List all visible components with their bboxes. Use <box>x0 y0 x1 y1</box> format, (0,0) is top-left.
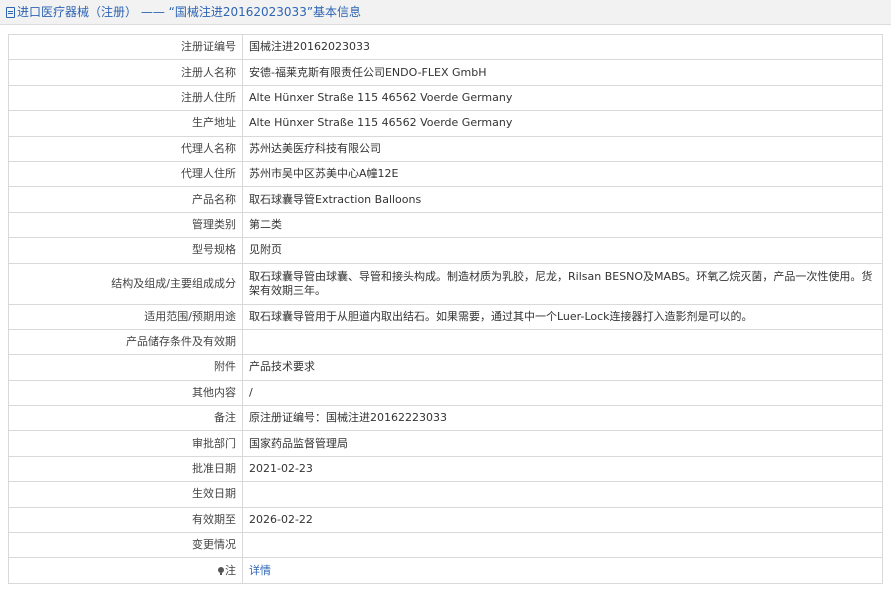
table-row: 适用范围/预期用途 取石球囊导管用于从胆道内取出结石。如果需要，通过其中一个Lue… <box>8 303 883 330</box>
row-label: 生效日期 <box>8 481 243 508</box>
row-label: 结构及组成/主要组成成分 <box>8 262 243 305</box>
row-value: 2021-02-23 <box>242 455 883 483</box>
row-value: / <box>242 379 883 407</box>
row-value <box>242 481 883 508</box>
table-row: 注册人住所 Alte Hünxer Straße 115 46562 Voerde… <box>8 84 883 112</box>
table-row: 代理人名称 苏州达美医疗科技有限公司 <box>8 135 883 162</box>
table-row: 型号规格 见附页 <box>8 237 883 264</box>
table-row: 注册证编号 国械注进20162023033 <box>8 33 883 61</box>
table-row: 附件 产品技术要求 <box>8 354 883 381</box>
row-value: 产品技术要求 <box>242 354 883 381</box>
row-value: 国家药品监督管理局 <box>242 430 883 457</box>
row-label: 变更情况 <box>8 532 243 559</box>
row-value: 第二类 <box>242 211 883 239</box>
row-label: 产品储存条件及有效期 <box>8 328 243 356</box>
table-row: 有效期至 2026-02-22 <box>8 506 883 534</box>
row-value: 取石球囊导管用于从胆道内取出结石。如果需要，通过其中一个Luer-Lock连接器… <box>242 303 883 330</box>
row-label: 有效期至 <box>8 506 243 534</box>
table-row: 生产地址 Alte Hünxer Straße 115 46562 Voerde … <box>8 110 883 137</box>
row-value: 国械注进20162023033 <box>242 33 883 61</box>
table-row: 批准日期 2021-02-23 <box>8 455 883 483</box>
row-value: 苏州市吴中区苏美中心A幢12E <box>242 160 883 188</box>
row-label: 审批部门 <box>8 430 243 457</box>
table-row: 其他内容 / <box>8 379 883 407</box>
table-row: 备注 原注册证编号：国械注进20162223033 <box>8 405 883 432</box>
table-row: 结构及组成/主要组成成分 取石球囊导管由球囊、导管和接头构成。制造材质为乳胶，尼龙… <box>8 262 883 305</box>
row-value: Alte Hünxer Straße 115 46562 Voerde Germ… <box>242 110 883 137</box>
row-label: 型号规格 <box>8 237 243 264</box>
table-row: 注 详情 <box>8 557 883 584</box>
note-label: 注 <box>225 563 236 577</box>
note-value-cell: 详情 <box>242 557 883 584</box>
table-row: 审批部门 国家药品监督管理局 <box>8 430 883 457</box>
row-label: 注册人住所 <box>8 84 243 112</box>
row-label: 备注 <box>8 405 243 432</box>
row-value <box>242 328 883 356</box>
table-row: 注册人名称 安德-福莱克斯有限责任公司ENDO-FLEX GmbH <box>8 59 883 86</box>
row-label: 附件 <box>8 354 243 381</box>
table-row: 管理类别 第二类 <box>8 211 883 239</box>
row-value: Alte Hünxer Straße 115 46562 Voerde Germ… <box>242 84 883 112</box>
row-label: 管理类别 <box>8 211 243 239</box>
detail-link[interactable]: 详情 <box>249 564 271 577</box>
document-icon <box>6 7 15 18</box>
table-row: 生效日期 <box>8 481 883 508</box>
row-label: 生产地址 <box>8 110 243 137</box>
row-value: 苏州达美医疗科技有限公司 <box>242 135 883 162</box>
row-value: 原注册证编号：国械注进20162223033 <box>242 405 883 432</box>
lightbulb-icon <box>218 566 224 575</box>
row-label: 适用范围/预期用途 <box>8 303 243 330</box>
table-row: 变更情况 <box>8 532 883 559</box>
row-label: 代理人住所 <box>8 160 243 188</box>
row-label: 代理人名称 <box>8 135 243 162</box>
row-label: 产品名称 <box>8 186 243 213</box>
row-value: 2026-02-22 <box>242 506 883 534</box>
row-value: 见附页 <box>242 237 883 264</box>
row-value: 取石球囊导管由球囊、导管和接头构成。制造材质为乳胶，尼龙，Rilsan BESN… <box>242 262 883 305</box>
table-row: 代理人住所 苏州市吴中区苏美中心A幢12E <box>8 160 883 188</box>
row-value: 取石球囊导管Extraction Balloons <box>242 186 883 213</box>
row-value: 安德-福莱克斯有限责任公司ENDO-FLEX GmbH <box>242 59 883 86</box>
page-title: 进口医疗器械（注册） —— “国械注进20162023033”基本信息 <box>17 5 362 19</box>
table-row: 产品储存条件及有效期 <box>8 328 883 356</box>
row-label: 注册证编号 <box>8 33 243 61</box>
row-label: 注册人名称 <box>8 59 243 86</box>
table-row: 产品名称 取石球囊导管Extraction Balloons <box>8 186 883 213</box>
row-label: 其他内容 <box>8 379 243 407</box>
row-value <box>242 532 883 559</box>
note-label-cell: 注 <box>8 557 243 584</box>
info-table: 注册证编号 国械注进20162023033 注册人名称 安德-福莱克斯有限责任公司E… <box>8 33 883 584</box>
page-header: 进口医疗器械（注册） —— “国械注进20162023033”基本信息 <box>0 0 891 25</box>
row-label: 批准日期 <box>8 455 243 483</box>
